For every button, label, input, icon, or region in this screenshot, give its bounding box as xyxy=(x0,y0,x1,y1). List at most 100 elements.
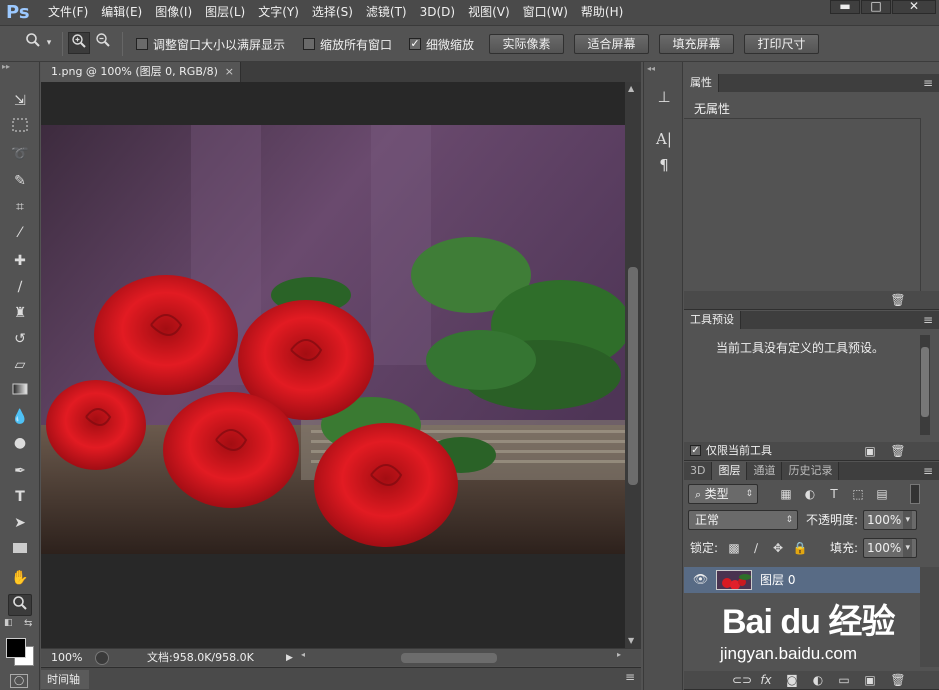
filter-toggle[interactable] xyxy=(910,484,920,504)
lock-all-icon[interactable]: 🔒 xyxy=(792,540,808,556)
zoom-all-windows-checkbox[interactable]: 缩放所有窗口 xyxy=(303,36,392,52)
panel-menu-icon[interactable]: ≡ xyxy=(923,462,933,480)
close-tab-icon[interactable]: × xyxy=(225,62,234,82)
smart-object-filter-icon[interactable]: ▤ xyxy=(874,486,890,502)
opacity-input[interactable]: 100% ▾ xyxy=(863,510,917,530)
menu-select[interactable]: 选择(S) xyxy=(312,0,353,26)
scroll-thumb[interactable] xyxy=(921,347,929,417)
eraser-icon[interactable]: ▱ xyxy=(8,354,32,376)
paragraph-panel-icon[interactable]: ¶ xyxy=(653,154,675,176)
scrubby-zoom-checkbox[interactable]: ✓ 细微缩放 xyxy=(409,36,474,52)
maximize-button[interactable]: □ xyxy=(861,0,891,14)
adjustment-layer-icon[interactable]: ◐ xyxy=(810,672,826,688)
quick-mask-icon[interactable]: ◯ xyxy=(10,674,28,688)
foreground-color-swatch[interactable] xyxy=(6,638,26,658)
menu-type[interactable]: 文字(Y) xyxy=(258,0,299,26)
menu-view[interactable]: 视图(V) xyxy=(468,0,510,26)
timeline-tab[interactable]: 时间轴 xyxy=(41,670,89,689)
crop-icon[interactable]: ⌗ xyxy=(8,196,32,218)
panel-menu-icon[interactable]: ≡ xyxy=(923,74,933,92)
new-preset-icon[interactable]: ▣ xyxy=(862,443,878,459)
tool-presets-panel-icon[interactable]: ⊥ xyxy=(653,86,675,108)
scroll-left-icon[interactable]: ◂ xyxy=(301,650,305,659)
hand-icon[interactable]: ✋ xyxy=(8,567,32,589)
fill-screen-button[interactable]: 填充屏幕 xyxy=(659,34,734,54)
rectangle-icon[interactable] xyxy=(8,539,32,561)
tool-preset-dropdown-icon[interactable]: ▾ xyxy=(42,32,56,54)
default-colors-icon[interactable]: ◧ xyxy=(4,618,14,628)
document-tab[interactable]: 1.png @ 100% (图层 0, RGB/8) × xyxy=(41,62,241,82)
panel-menu-icon[interactable]: ≡ xyxy=(923,311,933,329)
vertical-scrollbar[interactable]: ▲ ▼ xyxy=(625,82,641,648)
pixel-filter-icon[interactable]: ▦ xyxy=(778,486,794,502)
menu-image[interactable]: 图像(I) xyxy=(155,0,192,26)
lasso-icon[interactable]: ➰ xyxy=(8,143,32,165)
menu-file[interactable]: 文件(F) xyxy=(48,0,88,26)
quick-select-icon[interactable]: ✎ xyxy=(8,170,32,192)
checkbox-box[interactable] xyxy=(303,38,315,50)
canvas-area[interactable] xyxy=(41,82,625,648)
scroll-right-icon[interactable]: ▸ xyxy=(617,650,621,659)
menu-filter[interactable]: 滤镜(T) xyxy=(366,0,407,26)
horizontal-scrollbar[interactable]: ◂ ▸ xyxy=(301,650,621,664)
collapse-icon[interactable]: ◂◂ xyxy=(647,64,655,73)
tab-history[interactable]: 历史记录 xyxy=(782,462,840,480)
layer-filter-dropdown[interactable]: ⌕ 类型 ⇕ xyxy=(688,484,758,504)
link-layers-icon[interactable]: ⊂⊃ xyxy=(732,672,752,688)
layer-style-icon[interactable]: fx xyxy=(758,672,774,688)
clone-stamp-icon[interactable]: ♜ xyxy=(8,302,32,324)
menu-3d[interactable]: 3D(D) xyxy=(420,0,455,26)
type-filter-icon[interactable]: T xyxy=(826,486,842,502)
lock-pixels-icon[interactable]: ∕ xyxy=(748,540,764,556)
trash-icon[interactable]: 🗑 xyxy=(890,443,906,459)
checkmark-icon[interactable]: ✓ xyxy=(690,445,701,456)
tab-3d[interactable]: 3D xyxy=(684,462,713,480)
blend-mode-dropdown[interactable]: 正常 ⇕ xyxy=(688,510,798,530)
layer-row[interactable]: 👁 图层 0 xyxy=(684,567,920,593)
shape-filter-icon[interactable]: ⬚ xyxy=(850,486,866,502)
close-window-button[interactable]: ✕ xyxy=(892,0,936,14)
menu-window[interactable]: 窗口(W) xyxy=(523,0,568,26)
scroll-down-icon[interactable]: ▼ xyxy=(628,636,634,645)
panel-grip[interactable]: ▸▸ xyxy=(2,63,38,71)
actual-pixels-button[interactable]: 实际像素 xyxy=(489,34,564,54)
marquee-icon[interactable] xyxy=(8,117,32,139)
status-menu-icon[interactable] xyxy=(95,651,109,665)
tab-tool-presets[interactable]: 工具预设 xyxy=(684,311,741,329)
adjustment-filter-icon[interactable]: ◐ xyxy=(802,486,818,502)
layer-thumbnail[interactable] xyxy=(716,570,752,590)
scroll-thumb[interactable] xyxy=(401,653,497,663)
status-arrow-icon[interactable]: ▶ xyxy=(286,649,293,667)
menu-layer[interactable]: 图层(L) xyxy=(205,0,245,26)
swap-colors-icon[interactable]: ⇆ xyxy=(24,618,36,629)
minimize-button[interactable]: ▬ xyxy=(830,0,860,14)
dropdown-arrow-icon[interactable]: ▾ xyxy=(903,539,912,557)
tab-properties[interactable]: 属性 xyxy=(684,74,719,92)
zoom-tool-icon[interactable] xyxy=(22,32,44,54)
tab-channels[interactable]: 通道 xyxy=(747,462,783,480)
zoom-out-icon[interactable] xyxy=(92,32,114,54)
zoom-in-icon[interactable] xyxy=(68,32,90,54)
tab-layers[interactable]: 图层 xyxy=(712,462,748,480)
eyedropper-icon[interactable]: ⁄ xyxy=(8,222,32,244)
layer-mask-icon[interactable]: ◙ xyxy=(784,672,800,688)
layer-name[interactable]: 图层 0 xyxy=(760,567,795,593)
healing-brush-icon[interactable]: ✚ xyxy=(8,250,32,272)
menu-help[interactable]: 帮助(H) xyxy=(581,0,623,26)
blur-icon[interactable]: 💧 xyxy=(8,406,32,428)
trash-icon[interactable]: 🗑 xyxy=(890,292,906,308)
type-icon[interactable]: T xyxy=(8,486,32,508)
checkbox-box[interactable] xyxy=(136,38,148,50)
dodge-icon[interactable]: ● xyxy=(8,432,32,454)
resize-windows-checkbox[interactable]: 调整窗口大小以满屏显示 xyxy=(136,36,285,52)
lock-position-icon[interactable]: ✥ xyxy=(770,540,786,556)
move-icon[interactable]: ⇲ xyxy=(8,90,32,112)
gradient-icon[interactable] xyxy=(8,380,32,402)
scroll-thumb[interactable] xyxy=(628,267,638,485)
new-layer-icon[interactable]: ▣ xyxy=(862,672,878,688)
checkmark-icon[interactable]: ✓ xyxy=(409,38,421,50)
zoom-level[interactable]: 100% xyxy=(51,649,82,667)
scroll-up-icon[interactable]: ▲ xyxy=(628,84,634,93)
presets-scrollbar[interactable] xyxy=(920,335,930,435)
path-select-icon[interactable]: ➤ xyxy=(8,512,32,534)
